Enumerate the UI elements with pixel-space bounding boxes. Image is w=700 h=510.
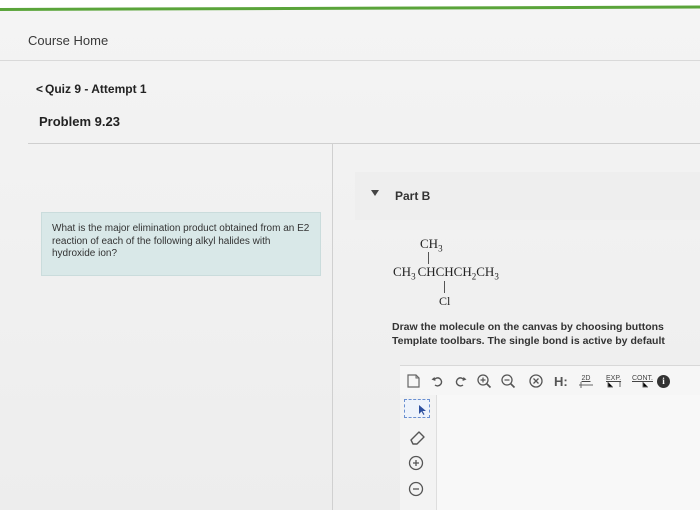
cont-label: CONT. xyxy=(632,374,653,382)
increase-charge-icon[interactable] xyxy=(408,455,424,471)
molecule-bottom-group: Cl xyxy=(439,294,451,308)
molecule-main-chain: CH3 CHCHCH2CH3 xyxy=(393,264,499,282)
question-text: What is the major elimination product ob… xyxy=(52,223,310,259)
caret-down-icon xyxy=(371,190,379,196)
2d-label: 2D xyxy=(581,374,591,382)
clear-icon[interactable] xyxy=(529,373,543,389)
bond-bottom xyxy=(444,281,445,293)
zoom-out-icon[interactable] xyxy=(501,373,516,389)
chevron-left-icon: < xyxy=(36,82,44,96)
info-button[interactable]: i xyxy=(657,373,670,389)
zoom-in-icon[interactable] xyxy=(477,373,492,389)
undo-icon[interactable] xyxy=(431,373,445,389)
part-label: Part B xyxy=(395,189,431,203)
question-box: What is the major elimination product ob… xyxy=(41,212,321,276)
back-link-label: Quiz 9 - Attempt 1 xyxy=(45,82,147,96)
drawing-canvas[interactable] xyxy=(400,395,700,510)
eraser-icon[interactable] xyxy=(408,429,426,445)
decrease-charge-icon[interactable] xyxy=(408,481,424,497)
hydrogen-label: H: xyxy=(554,373,568,389)
new-document-icon[interactable] xyxy=(407,373,420,389)
part-b-header[interactable]: Part B xyxy=(355,172,700,220)
2d-view-button[interactable]: 2D xyxy=(579,373,593,389)
info-icon: i xyxy=(657,374,670,388)
bond-top xyxy=(428,252,429,264)
hydrogen-toggle-button[interactable]: H: xyxy=(554,373,568,389)
instructions-line-2: Template toolbars. The single bond is ac… xyxy=(392,335,665,347)
problem-title: Problem 9.23 xyxy=(39,114,120,129)
header-divider xyxy=(0,60,700,61)
molecule-top-group: CH3 xyxy=(420,236,443,254)
explicit-hydrogens-button[interactable]: EXP. xyxy=(606,373,621,389)
content-divider xyxy=(28,143,700,144)
drawing-toolbar: H: 2D EXP. CONT. i xyxy=(400,365,700,397)
top-accent-bar xyxy=(0,0,700,11)
back-to-quiz-link[interactable]: < Quiz 9 - Attempt 1 xyxy=(36,82,147,96)
contract-button[interactable]: CONT. xyxy=(632,373,653,389)
column-divider xyxy=(332,143,333,510)
instructions: Draw the molecule on the canvas by choos… xyxy=(392,320,665,348)
redo-icon[interactable] xyxy=(453,373,467,389)
lasso-select-icon[interactable] xyxy=(404,399,430,418)
instructions-line-1: Draw the molecule on the canvas by choos… xyxy=(392,321,664,333)
exp-label: EXP. xyxy=(606,374,622,382)
course-home-link[interactable]: Course Home xyxy=(28,33,108,48)
